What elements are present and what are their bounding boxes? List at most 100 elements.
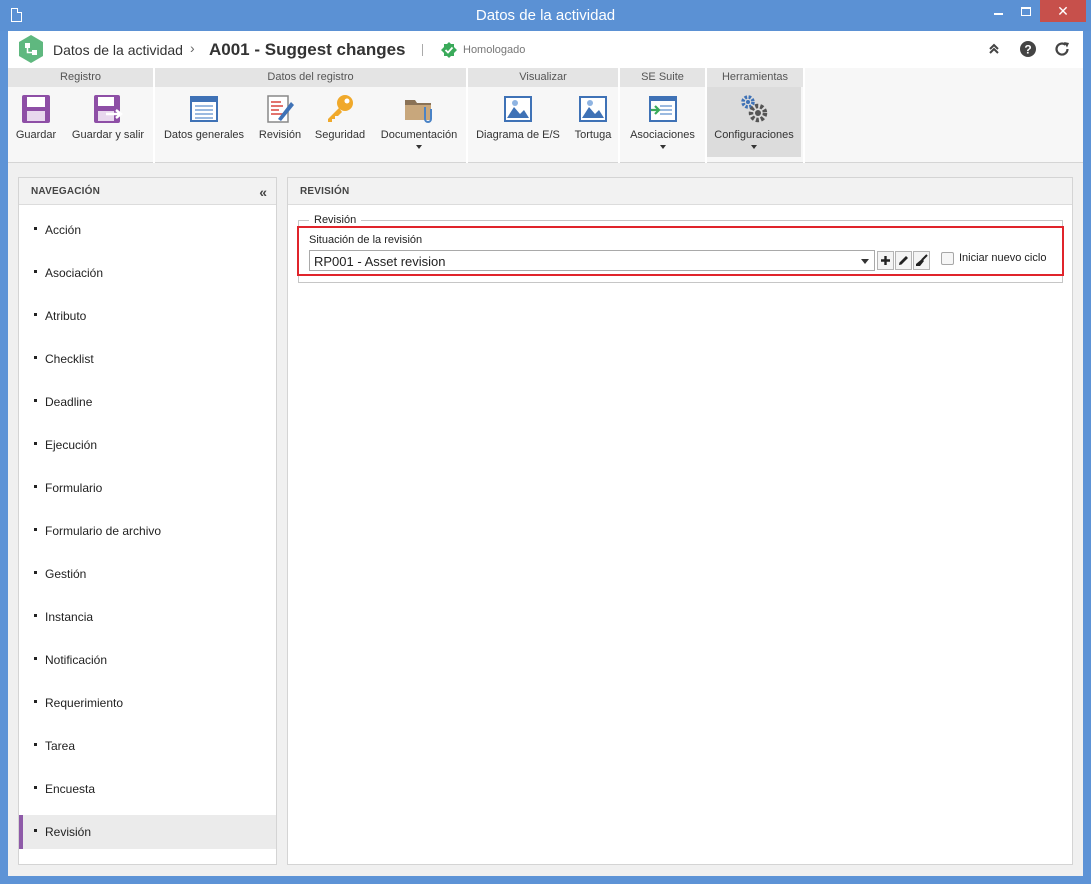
folder-clip-icon [405, 100, 432, 123]
pencil-icon [899, 256, 908, 265]
collapse-left-icon[interactable]: « [259, 184, 267, 200]
navigation-header: NAVEGACIÓN « [19, 178, 276, 205]
nav-item[interactable]: Atributo [19, 299, 276, 333]
broom-icon [916, 254, 928, 266]
settings-button[interactable]: Configuraciones [707, 87, 801, 157]
breadcrumb-separator: › [190, 40, 195, 56]
turtle-image-icon [579, 96, 607, 122]
nav-item[interactable]: Instancia [19, 600, 276, 634]
bullet-icon [34, 528, 37, 531]
bullet-icon [34, 313, 37, 316]
chevron-down-icon [751, 145, 757, 149]
nav-item-label: Deadline [45, 395, 93, 409]
io-diagram-label: Diagrama de E/S [476, 129, 560, 141]
new-cycle-label[interactable]: Iniciar nuevo ciclo [959, 252, 1046, 264]
nav-item-label: Atributo [45, 309, 87, 323]
bullet-icon [34, 399, 37, 402]
nav-item[interactable]: Checklist [19, 342, 276, 376]
edit-button[interactable] [895, 251, 912, 270]
fieldset-legend: Revisión [309, 214, 362, 226]
close-button[interactable]: ✕ [1040, 0, 1086, 22]
general-data-button[interactable]: Datos generales [157, 87, 251, 157]
header-divider [422, 44, 423, 56]
nav-item-label: Instancia [45, 610, 94, 624]
documentation-label: Documentación [380, 129, 458, 141]
app-window: Datos de la actividad ✕ Datos de la acti… [0, 0, 1091, 884]
nav-item[interactable]: Formulario de archivo [19, 514, 276, 548]
nav-item[interactable]: Tarea [19, 729, 276, 763]
bullet-icon [34, 270, 37, 273]
ribbon-toolbar: Registro Guardar Guardar y salir Datos d… [8, 68, 1083, 163]
security-button[interactable]: Seguridad [309, 87, 371, 157]
revision-icon [267, 95, 294, 123]
nav-item[interactable]: Ejecución [19, 428, 276, 462]
save-button[interactable]: Guardar [8, 87, 64, 157]
group-label: Datos del registro [155, 68, 466, 87]
add-button[interactable] [877, 251, 894, 270]
refresh-icon[interactable] [1053, 40, 1071, 58]
new-cycle-checkbox[interactable] [941, 252, 954, 265]
group-label: Registro [8, 68, 153, 87]
nav-item-label: Asociación [45, 266, 104, 280]
clear-button[interactable] [913, 251, 930, 270]
associations-button[interactable]: Asociaciones [622, 87, 703, 157]
client-area: Datos de la actividad › A001 - Suggest c… [8, 31, 1083, 876]
record-header: Datos de la actividad › A001 - Suggest c… [8, 31, 1083, 68]
navigation-panel: NAVEGACIÓN « Acción Asociación Atributo Che… [18, 177, 277, 865]
nav-item[interactable]: Acción [19, 213, 276, 247]
bullet-icon [34, 485, 37, 488]
chevron-down-icon [659, 145, 666, 149]
turtle-label: Tortuga [574, 129, 612, 141]
nav-item[interactable]: Formulario [19, 471, 276, 505]
group-visualizar: Visualizar Diagrama de E/S Tortuga [468, 68, 618, 163]
revision-button[interactable]: Revisión [253, 87, 307, 157]
nav-item-label: Ejecución [45, 438, 98, 452]
group-label: Visualizar [468, 68, 618, 87]
bullet-icon [34, 442, 37, 445]
turtle-button[interactable]: Tortuga [568, 87, 618, 157]
bullet-icon [34, 571, 37, 574]
save-and-exit-button[interactable]: Guardar y salir [66, 87, 150, 157]
breadcrumb-root[interactable]: Datos de la actividad [53, 42, 183, 58]
nav-item[interactable]: Encuesta [19, 772, 276, 806]
nav-item[interactable]: Notificación [19, 643, 276, 677]
group-herramientas: Herramientas Configuraciones [707, 68, 803, 163]
nav-item[interactable]: Asociación [19, 256, 276, 290]
title-bar[interactable]: Datos de la actividad ✕ [0, 0, 1091, 31]
settings-label: Configuraciones [714, 129, 794, 141]
group-label: SE Suite [620, 68, 705, 87]
security-label: Seguridad [314, 129, 366, 141]
bullet-icon [34, 227, 37, 230]
plus-icon [881, 256, 890, 265]
save-exit-icon [94, 95, 124, 123]
activity-logo-icon [19, 35, 43, 63]
nav-item[interactable]: Revisión [19, 815, 276, 849]
diagram-image-icon [504, 96, 532, 122]
revision-status-select[interactable]: RP001 - Asset revision [309, 250, 875, 271]
minimize-button[interactable] [984, 0, 1012, 22]
group-datos-registro: Datos del registro Datos generales Revis… [155, 68, 466, 163]
chevron-down-icon[interactable] [861, 259, 869, 264]
nav-item[interactable]: Deadline [19, 385, 276, 419]
collapse-up-icon[interactable] [985, 40, 1003, 58]
maximize-icon [1021, 7, 1031, 17]
minimize-icon [993, 12, 1003, 15]
documentation-button[interactable]: Documentación [373, 87, 465, 157]
nav-item[interactable]: Gestión [19, 557, 276, 591]
revision-status-label: Situación de la revisión [309, 234, 423, 246]
window-title: Datos de la actividad [475, 7, 616, 24]
nav-item-label: Tarea [45, 739, 76, 753]
general-data-label: Datos generales [163, 129, 245, 141]
nav-item-label: Checklist [45, 352, 94, 366]
gear-icon [741, 95, 768, 123]
bullet-icon [34, 657, 37, 660]
bullet-icon [34, 700, 37, 703]
help-icon[interactable]: ? [1019, 40, 1037, 58]
maximize-button[interactable] [1012, 0, 1040, 22]
bullet-icon [34, 829, 37, 832]
nav-item[interactable]: Requerimiento [19, 686, 276, 720]
approved-status-icon [441, 42, 457, 58]
svg-text:?: ? [1024, 43, 1031, 57]
io-diagram-button[interactable]: Diagrama de E/S [470, 87, 566, 157]
navigation-title: NAVEGACIÓN [31, 186, 101, 197]
